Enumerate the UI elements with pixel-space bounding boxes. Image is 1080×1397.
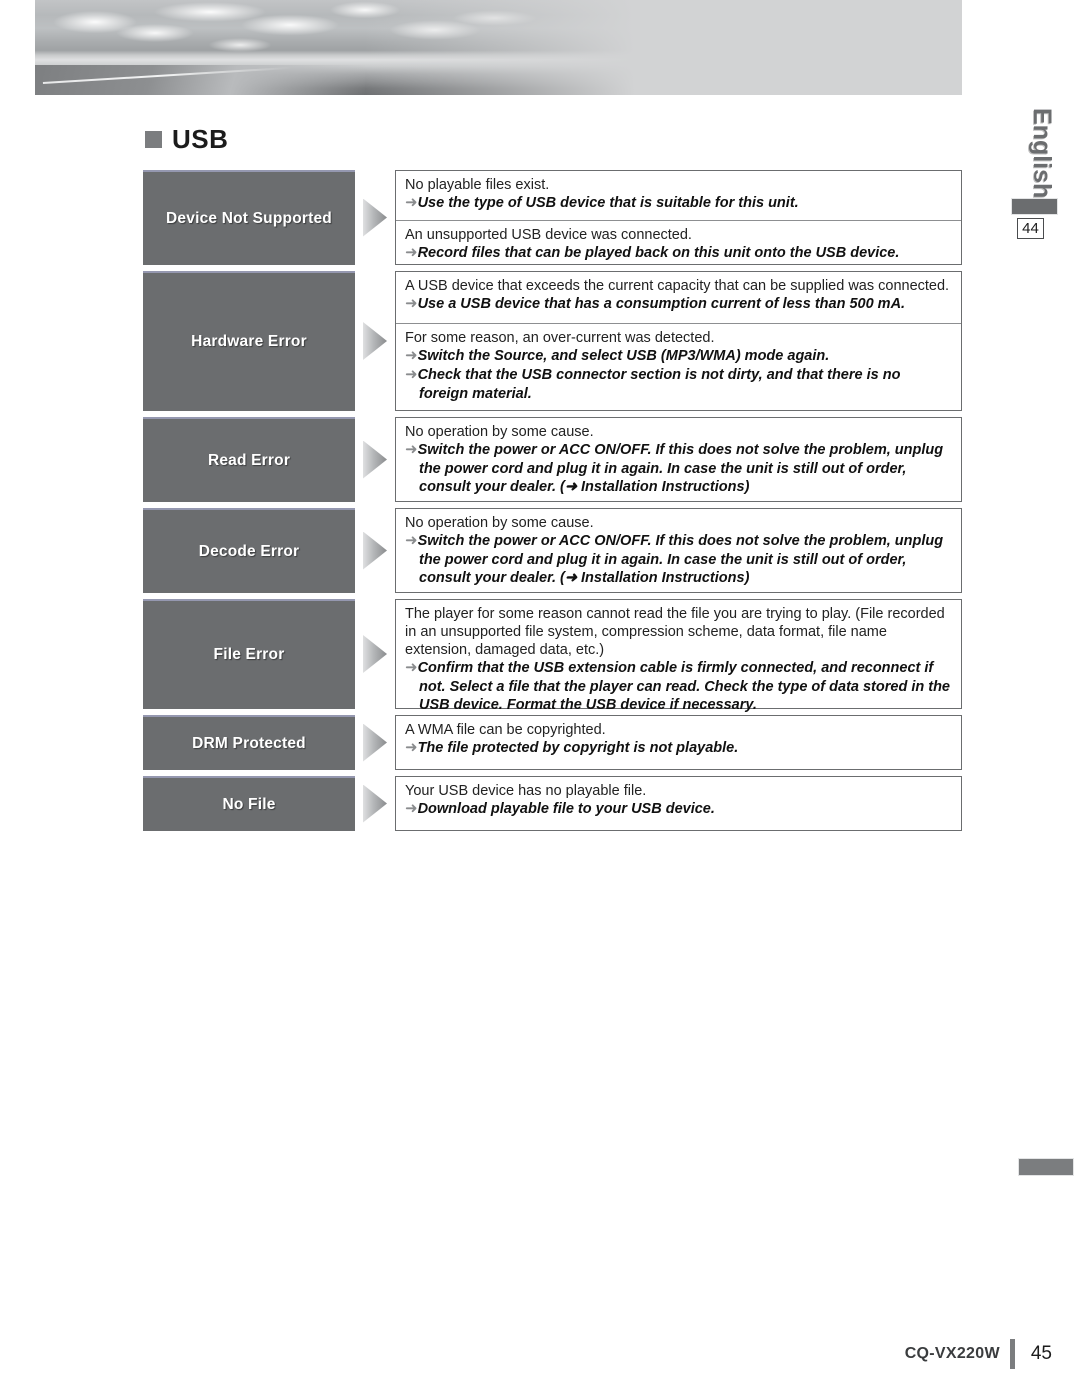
triangle-right-icon — [363, 198, 387, 237]
row-pointer — [355, 715, 395, 770]
cause-remedy-block: No operation by some cause. ➜Switch the p… — [396, 418, 961, 503]
error-label-device-not-supported: Device Not Supported — [143, 170, 355, 265]
page-number: 45 — [1030, 1343, 1052, 1364]
row-pointer — [355, 508, 395, 593]
side-marker-bar — [1011, 198, 1058, 215]
cause-remedy-block: Your USB device has no playable file. ➜Do… — [396, 777, 961, 830]
model-number: CQ-VX220W — [904, 1345, 1000, 1362]
arrow-right-icon: ➜ — [405, 739, 418, 757]
remedy-text: ➜Confirm that the USB extension cable is… — [405, 659, 950, 714]
error-message-table: Device Not Supported No playable files ex… — [143, 170, 962, 837]
header-photo-band — [35, 0, 962, 95]
cause-remedy-block: No playable files exist. ➜Use the type of… — [396, 171, 961, 221]
error-label-no-file: No File — [143, 776, 355, 831]
error-detail-cell: Your USB device has no playable file. ➜Do… — [395, 776, 962, 831]
cause-text: The player for some reason cannot read t… — [405, 606, 945, 659]
cause-remedy-block: An unsupported USB device was connected.… — [396, 221, 961, 270]
cause-text: No playable files exist. — [405, 177, 550, 193]
square-bullet-icon — [145, 130, 162, 148]
error-label-hardware-error: Hardware Error — [143, 271, 355, 411]
row-pointer — [355, 417, 395, 502]
arrow-right-icon: ➜ — [405, 532, 418, 550]
error-detail-cell: No playable files exist. ➜Use the type of… — [395, 170, 962, 265]
table-row: DRM Protected A WMA file can be copyright… — [143, 715, 962, 770]
table-row: Decode Error No operation by some cause. ➜… — [143, 508, 962, 593]
cause-text: No operation by some cause. — [405, 515, 594, 531]
error-label-decode-error: Decode Error — [143, 508, 355, 593]
triangle-right-icon — [363, 635, 387, 673]
cause-text: A WMA file can be copyrighted. — [405, 722, 606, 738]
triangle-right-icon — [363, 723, 387, 762]
error-label-drm-protected: DRM Protected — [143, 715, 355, 770]
cause-remedy-block: A USB device that exceeds the current ca… — [396, 272, 961, 325]
arrow-right-icon: ➜ — [405, 295, 418, 313]
arrow-right-icon: ➜ — [405, 366, 418, 384]
arrow-right-icon: ➜ — [405, 441, 418, 459]
cause-text: For some reason, an over-current was det… — [405, 330, 715, 347]
remedy-text: ➜Switch the power or ACC ON/OFF. If this… — [405, 532, 944, 586]
triangle-right-icon — [363, 440, 387, 479]
remedy-text: ➜Download playable file to your USB devi… — [405, 800, 715, 818]
error-detail-cell: A USB device that exceeds the current ca… — [395, 271, 962, 411]
error-label-file-error: File Error — [143, 599, 355, 709]
cause-remedy-block: A WMA file can be copyrighted. ➜The file … — [396, 716, 961, 769]
cause-remedy-block: The player for some reason cannot read t… — [396, 600, 961, 721]
cause-text: Your USB device has no playable file. — [405, 783, 647, 799]
remedy-text: ➜The file protected by copyright is not … — [405, 739, 739, 757]
error-detail-cell: No operation by some cause. ➜Switch the p… — [395, 417, 962, 502]
row-pointer — [355, 170, 395, 265]
remedy-text: ➜Switch the Source, and select USB (MP3/… — [405, 347, 830, 365]
edge-index-marker — [1018, 1158, 1074, 1176]
page-footer: CQ-VX220W 45 — [905, 1339, 1052, 1369]
cross-reference-page: 44 — [1017, 218, 1044, 239]
table-row: Read Error No operation by some cause. ➜Sw… — [143, 417, 962, 502]
arrow-right-icon: ➜ — [405, 244, 418, 261]
section-heading: USB — [145, 126, 228, 152]
error-label-read-error: Read Error — [143, 417, 355, 502]
arrow-right-icon: ➜ — [405, 347, 418, 365]
cause-remedy-block: No operation by some cause. ➜Switch the p… — [396, 509, 961, 594]
beach-photo — [35, 0, 635, 95]
error-detail-cell: No operation by some cause. ➜Switch the p… — [395, 508, 962, 593]
cause-text: An unsupported USB device was connected. — [405, 226, 692, 243]
cause-text: No operation by some cause. — [405, 424, 594, 440]
remedy-text: ➜Use the type of USB device that is suit… — [405, 194, 799, 212]
row-pointer — [355, 271, 395, 411]
manual-page: USB Device Not Supported No playable file… — [0, 0, 1080, 1397]
table-row: File Error The player for some reason can… — [143, 599, 962, 713]
error-detail-cell: The player for some reason cannot read t… — [395, 599, 962, 713]
remedy-text: ➜Check that the USB connector section is… — [405, 366, 901, 402]
language-tab: English — [1028, 108, 1056, 199]
arrow-right-icon: ➜ — [405, 194, 418, 212]
remedy-text: ➜Record files that can be played back on… — [405, 244, 900, 261]
row-pointer — [355, 599, 395, 709]
arrow-right-icon: ➜ — [405, 800, 418, 818]
page-title: USB — [172, 124, 229, 154]
cause-remedy-block: For some reason, an over-current was det… — [396, 324, 961, 410]
triangle-right-icon — [363, 531, 387, 570]
arrow-right-icon: ➜ — [405, 659, 418, 677]
remedy-text: ➜Switch the power or ACC ON/OFF. If this… — [405, 441, 944, 495]
cause-text: A USB device that exceeds the current ca… — [405, 278, 950, 294]
row-pointer — [355, 776, 395, 831]
remedy-text: ➜Use a USB device that has a consumption… — [405, 295, 906, 313]
table-row: Device Not Supported No playable files ex… — [143, 170, 962, 265]
table-row: Hardware Error A USB device that exceeds … — [143, 271, 962, 411]
triangle-right-icon — [363, 784, 387, 823]
error-detail-cell: A WMA file can be copyrighted. ➜The file … — [395, 715, 962, 770]
table-row: No File Your USB device has no playable f… — [143, 776, 962, 831]
triangle-right-icon — [363, 322, 387, 360]
